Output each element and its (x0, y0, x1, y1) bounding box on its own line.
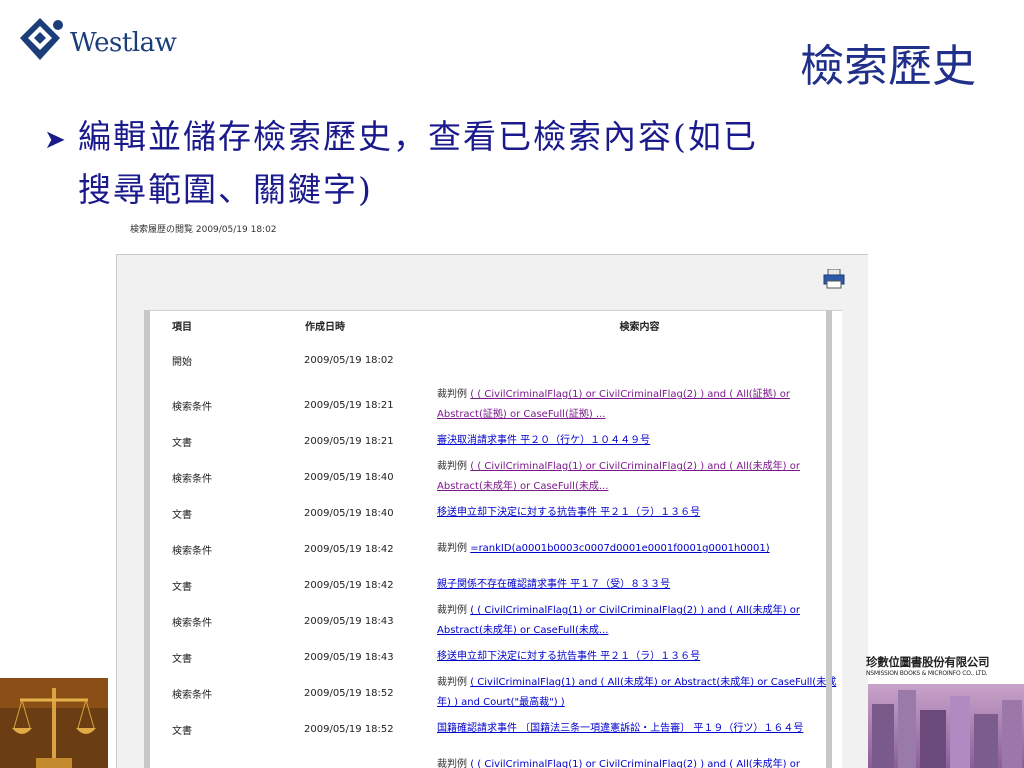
row-content-link[interactable]: 国籍確認請求事件 〔国籍法三条一項違憲訴訟・上告審〕 平１９（行ツ）１６４号 (437, 723, 803, 734)
row-content-prefix: 裁判例 (437, 461, 467, 472)
row-date: 2009/05/19 18:21 (304, 435, 394, 447)
row-content: 移送申立却下決定に対する抗告事件 平２１（ラ）１３６号 (437, 501, 842, 525)
row-content: 裁判例 ( ( CivilCriminalFlag(1) or CivilCri… (437, 381, 842, 429)
table-row: 検索条件 2009/05/19 18:52 裁判例 ( CivilCriminalF… (150, 669, 842, 717)
row-item: 検索条件 (172, 617, 212, 629)
table-row: 開始 2009/05/19 18:02 (150, 339, 842, 381)
scales-of-justice-image (0, 678, 108, 768)
history-window-title: 検索履歴の閲覧 2009/05/19 18:02 (130, 225, 277, 235)
table-row: 文書 2009/05/19 18:52 国籍確認請求事件 〔国籍法三条一項違憲訴訟・… (150, 717, 842, 741)
search-history-screenshot: 検索履歴の閲覧 2009/05/19 18:02 項目 作成日時 検索内容 開始… (108, 220, 868, 768)
row-content (437, 339, 842, 381)
bullet-text: ➤ 編輯並儲存檢索歷史，查看已檢索內容(如已 搜尋範圍、關鍵字) (44, 112, 994, 215)
table-row: 文書 2009/05/19 18:43 移送申立却下決定に対する抗告事件 平２１（ラ… (150, 645, 842, 669)
bullet-line-2: 搜尋範圍、關鍵字) (78, 170, 373, 209)
history-list: 項目 作成日時 検索内容 開始 2009/05/19 18:02 検索条件 2009/… (144, 310, 842, 768)
row-content: 裁判例 ( ( CivilCriminalFlag(1) or CivilCri… (437, 741, 842, 768)
row-content-prefix: 裁判例 (437, 543, 467, 554)
row-content: 裁判例 ( CivilCriminalFlag(1) and ( All(未成年… (437, 669, 842, 717)
row-content-link[interactable]: ( ( CivilCriminalFlag(1) or CivilCrimina… (437, 605, 800, 636)
row-content-link[interactable]: 移送申立却下決定に対する抗告事件 平２１（ラ）１３６号 (437, 651, 700, 662)
row-content: 裁判例 ( ( CivilCriminalFlag(1) or CivilCri… (437, 597, 842, 645)
row-content-link[interactable]: ( ( CivilCriminalFlag(1) or CivilCrimina… (437, 461, 800, 492)
row-date: 2009/05/19 18:43 (304, 615, 394, 627)
row-content: 審決取消請求事件 平２０（行ケ）１０４４９号 (437, 429, 842, 453)
row-item: 文書 (172, 725, 192, 737)
header-item: 項目 (172, 321, 192, 333)
westlaw-diamond-icon (20, 18, 63, 60)
row-content: 国籍確認請求事件 〔国籍法三条一項違憲訴訟・上告審〕 平１９（行ツ）１６４号 (437, 717, 842, 741)
logo-brand-text: Westlaw (70, 28, 177, 58)
row-date (304, 741, 437, 768)
row-content-prefix: 裁判例 (437, 605, 467, 616)
row-date: 2009/05/19 18:40 (304, 471, 394, 483)
table-row: 文書 2009/05/19 18:21 審決取消請求事件 平２０（行ケ）１０４４９号 (150, 429, 842, 453)
printer-icon[interactable] (823, 269, 845, 289)
row-content-link[interactable]: ( ( CivilCriminalFlag(1) or CivilCrimina… (470, 759, 800, 768)
row-item: 検索条件 (172, 401, 212, 413)
table-row: 裁判例 ( ( CivilCriminalFlag(1) or CivilCri… (150, 741, 842, 768)
row-item: 文書 (172, 509, 192, 521)
row-date: 2009/05/19 18:02 (304, 354, 394, 366)
company-name: 珍數位圖書股份有限公司 NSMISSION BOOKS & MICROINFO … (866, 654, 1024, 682)
company-name-cn: 珍數位圖書股份有限公司 (866, 655, 990, 669)
bullet-line-1: 編輯並儲存檢索歷史，查看已檢索內容(如已 (78, 117, 758, 156)
table-row: 検索条件 2009/05/19 18:21 裁判例 ( ( CivilCrimina… (150, 381, 842, 429)
row-content-prefix: 裁判例 (437, 759, 467, 768)
row-date: 2009/05/19 18:52 (304, 687, 394, 699)
row-content-link[interactable]: 親子関係不存在確認請求事件 平１７（受）８３３号 (437, 579, 670, 590)
westlaw-logo: Westlaw (18, 14, 178, 64)
list-right-border (826, 310, 832, 768)
row-item: 開始 (172, 356, 192, 368)
row-content: 裁判例 ( ( CivilCriminalFlag(1) or CivilCri… (437, 453, 842, 501)
row-date: 2009/05/19 18:52 (304, 723, 394, 735)
row-item: 文書 (172, 581, 192, 593)
row-date: 2009/05/19 18:42 (304, 543, 394, 555)
table-row: 文書 2009/05/19 18:42 親子関係不存在確認請求事件 平１７（受）８３… (150, 573, 842, 597)
slide-title: 檢索歷史 (800, 41, 976, 92)
row-content-link[interactable]: ( ( CivilCriminalFlag(1) or CivilCrimina… (437, 389, 790, 420)
row-item: 検索条件 (172, 473, 212, 485)
header-content: 検索内容 (619, 321, 660, 333)
row-date: 2009/05/19 18:42 (304, 579, 394, 591)
row-content-prefix: 裁判例 (437, 389, 467, 400)
header-date: 作成日時 (305, 321, 345, 333)
company-name-en: NSMISSION BOOKS & MICROINFO CO., LTD. (866, 670, 988, 677)
row-item (150, 741, 304, 768)
table-row: 検索条件 2009/05/19 18:43 裁判例 ( ( CivilCrimina… (150, 597, 842, 645)
table-row: 検索条件 2009/05/19 18:40 裁判例 ( ( CivilCrimina… (150, 453, 842, 501)
row-content-link[interactable]: ( CivilCriminalFlag(1) and ( All(未成年) or… (437, 677, 836, 708)
row-item: 検索条件 (172, 689, 212, 701)
bullet-arrow-icon: ➤ (44, 125, 68, 155)
table-row: 文書 2009/05/19 18:40 移送申立却下決定に対する抗告事件 平２１（ラ… (150, 501, 842, 525)
row-item: 検索条件 (172, 545, 212, 557)
row-content-link[interactable]: =rankID(a0001b0003c0007d0001e0001f0001g0… (470, 543, 769, 554)
row-content-link[interactable]: 移送申立却下決定に対する抗告事件 平２１（ラ）１３６号 (437, 507, 700, 518)
row-content-prefix: 裁判例 (437, 677, 467, 688)
history-table: 項目 作成日時 検索内容 開始 2009/05/19 18:02 検索条件 2009/… (150, 311, 842, 768)
table-header-row: 項目 作成日時 検索内容 (150, 311, 842, 339)
row-item: 文書 (172, 653, 192, 665)
row-content-link[interactable]: 審決取消請求事件 平２０（行ケ）１０４４９号 (437, 435, 650, 446)
table-row: 検索条件 2009/05/19 18:42 裁判例 =rankID(a0001b00… (150, 525, 842, 573)
row-date: 2009/05/19 18:43 (304, 651, 394, 663)
row-content: 移送申立却下決定に対する抗告事件 平２１（ラ）１３６号 (437, 645, 842, 669)
row-content: 親子関係不存在確認請求事件 平１７（受）８３３号 (437, 573, 842, 597)
row-item: 文書 (172, 437, 192, 449)
row-date: 2009/05/19 18:21 (304, 399, 394, 411)
row-date: 2009/05/19 18:40 (304, 507, 394, 519)
city-skyline-image (868, 684, 1024, 768)
row-content: 裁判例 =rankID(a0001b0003c0007d0001e0001f00… (437, 525, 842, 573)
